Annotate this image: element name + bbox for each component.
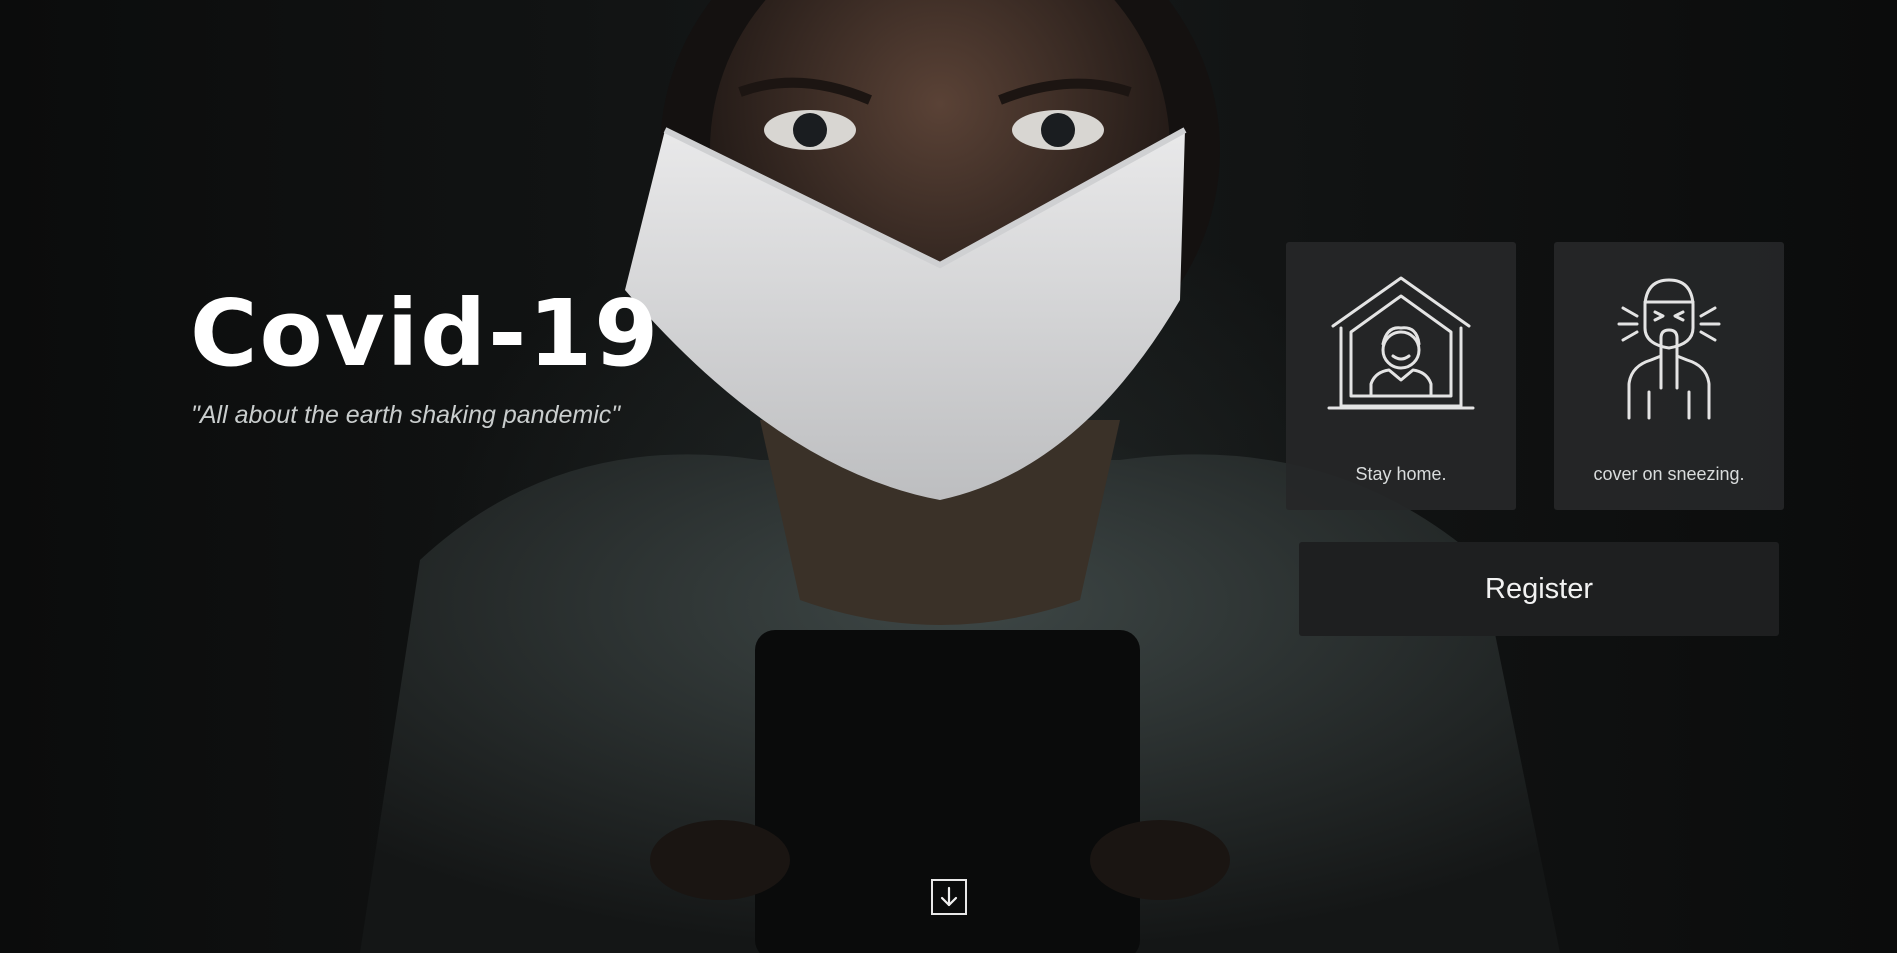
arrow-down-icon	[940, 886, 958, 907]
card-label: cover on sneezing.	[1593, 464, 1745, 484]
card-cover-sneezing: cover on sneezing.	[1554, 242, 1784, 510]
card-label: Stay home.	[1355, 464, 1447, 484]
house-person-icon	[1321, 268, 1481, 428]
hero-section: Covid-19 "All about the earth shaking pa…	[0, 0, 1897, 953]
page-title: Covid-19	[190, 280, 661, 387]
card-stay-home: Stay home.	[1286, 242, 1516, 510]
page-subtitle: "All about the earth shaking pandemic"	[191, 401, 621, 429]
scroll-down-button[interactable]	[931, 879, 967, 915]
sneezing-person-icon	[1589, 268, 1749, 428]
register-button[interactable]: Register	[1299, 542, 1779, 636]
